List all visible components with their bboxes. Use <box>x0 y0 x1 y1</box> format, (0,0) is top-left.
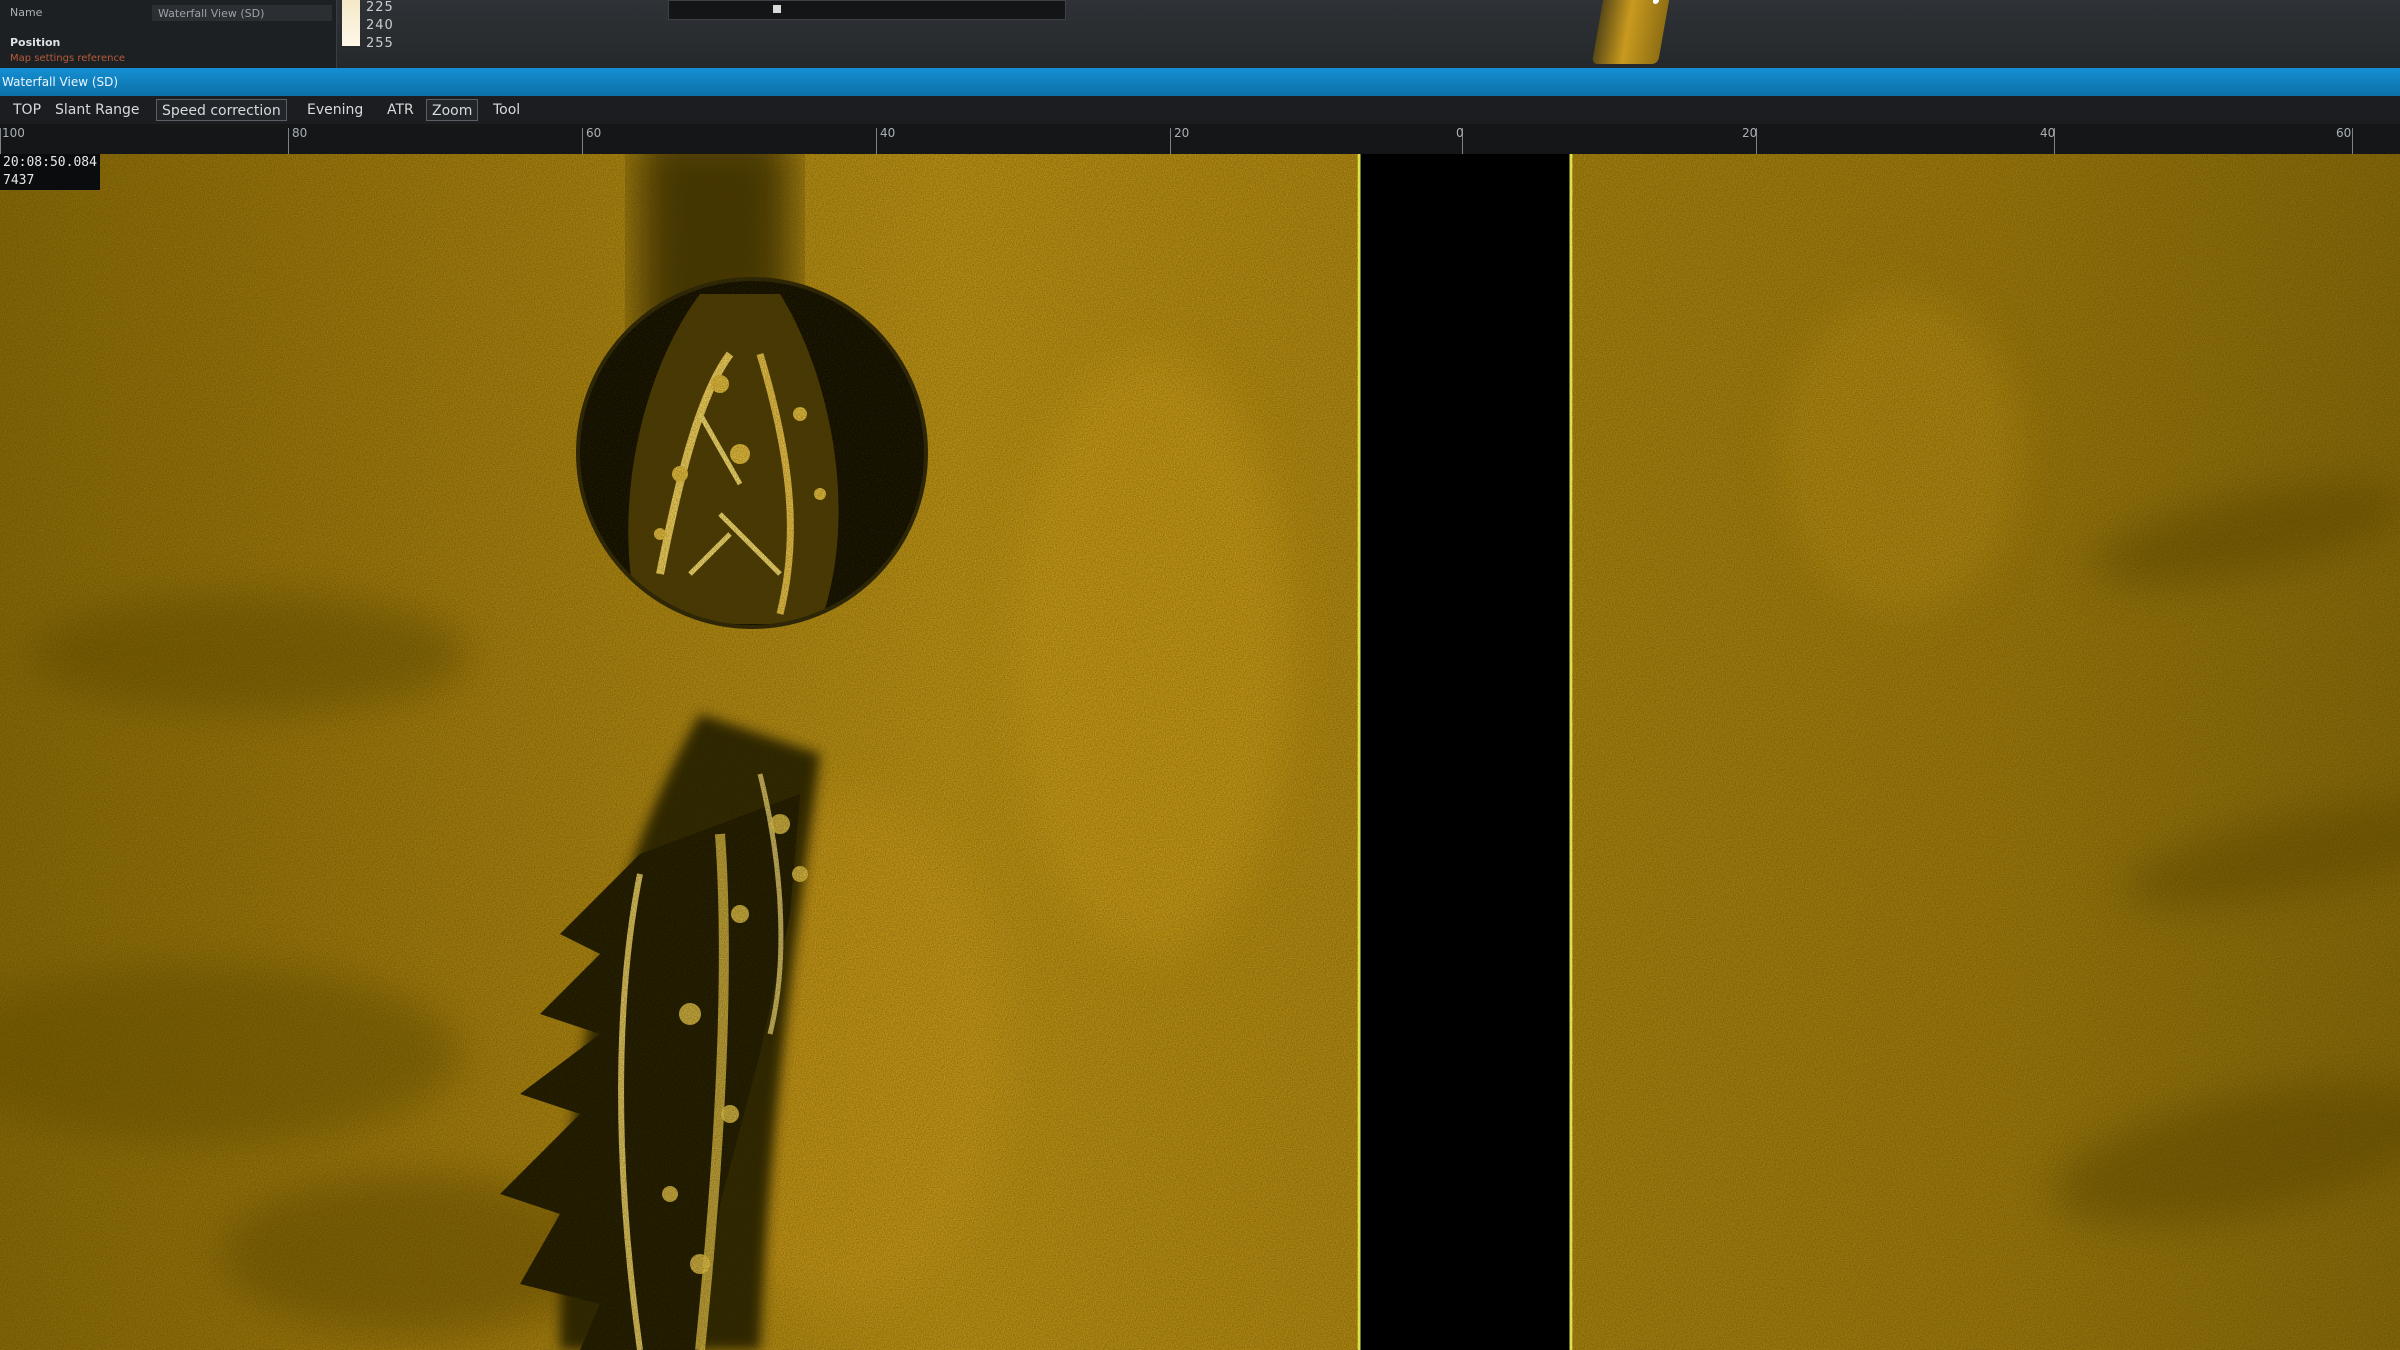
top-panel: Name Waterfall View (SD) Position Map se… <box>0 0 2400 68</box>
property-label: Name <box>10 6 43 19</box>
position-slider[interactable] <box>668 0 1066 20</box>
properties-panel: Name Waterfall View (SD) Position Map se… <box>0 0 337 68</box>
range-ruler: 100 80 60 40 20 0 20 40 60 <box>0 124 2400 155</box>
vessel-position-marker <box>1652 0 1660 4</box>
view-toolbar: TOP Slant Range Speed correction Evening… <box>0 96 2400 124</box>
toolbar-tool-button[interactable]: Tool <box>488 99 525 121</box>
settings-link[interactable]: Map settings reference <box>10 50 125 68</box>
ping-readout: 20:08:50.084 7437 <box>0 154 100 190</box>
ruler-label: 20 <box>1742 126 1758 140</box>
toolbar-evening-button[interactable]: Evening <box>302 99 368 121</box>
ruler-label: 100 <box>2 126 25 140</box>
toolbar-top-button[interactable]: TOP <box>8 99 46 121</box>
toolbar-zoom-button[interactable]: Zoom <box>426 99 479 121</box>
nadir-gap <box>1358 154 1572 1350</box>
ping-number: 7437 <box>3 173 35 188</box>
property-row-name[interactable]: Name Waterfall View (SD) <box>0 4 336 22</box>
ruler-label: 60 <box>586 126 602 140</box>
property-value[interactable]: Waterfall View (SD) <box>152 5 332 21</box>
ruler-label: 60 <box>2336 126 2352 140</box>
scale-value: 255 <box>366 36 394 51</box>
toolbar-atr-button[interactable]: ATR <box>382 99 419 121</box>
toolbar-speed-correction-button[interactable]: Speed correction <box>156 99 287 121</box>
property-row-link[interactable]: Map settings reference <box>0 50 336 68</box>
ruler-label: 40 <box>2040 126 2056 140</box>
slider-handle[interactable] <box>773 5 781 13</box>
sonar-image[interactable] <box>0 154 2400 1350</box>
view-title: Waterfall View (SD) <box>2 75 119 89</box>
ping-time: 20:08:50.084 <box>3 155 97 170</box>
ruler-label: 20 <box>1174 126 1190 140</box>
track-overview-thumbnail[interactable] <box>1591 0 1671 64</box>
ruler-label: 0 <box>1456 126 1464 140</box>
view-title-bar[interactable]: Waterfall View (SD) <box>0 68 2400 96</box>
toolbar-slant-range-button[interactable]: Slant Range <box>50 99 145 121</box>
ruler-label: 80 <box>292 126 308 140</box>
scale-value: 225 <box>366 0 394 15</box>
ruler-label: 40 <box>880 126 896 140</box>
sonar-waterfall-view[interactable]: 20:08:50.084 7437 <box>0 154 2400 1350</box>
scale-value: 240 <box>366 18 394 33</box>
color-scale-swatch <box>342 0 360 46</box>
